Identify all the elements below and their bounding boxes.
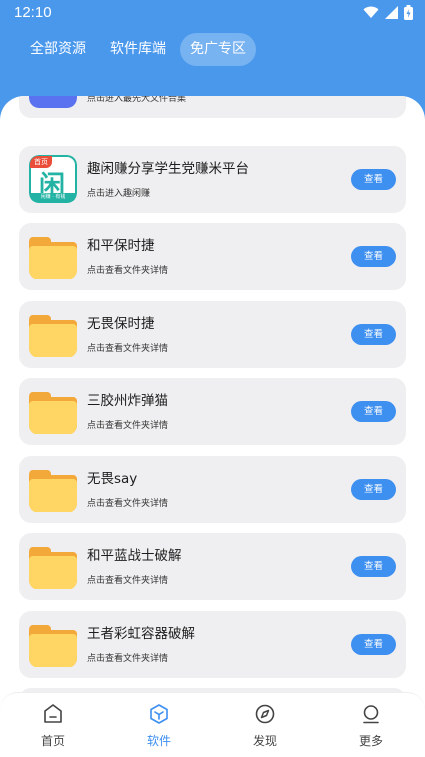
item-title: 无畏保时捷 <box>87 316 155 332</box>
view-button[interactable]: 查看 <box>351 401 396 422</box>
item-subtitle: 点击进入趣闲赚 <box>87 189 151 199</box>
nav-label: 发现 <box>252 734 277 748</box>
list-item[interactable]: 和平蓝战士破解 点击查看文件夹详情 查看 <box>19 533 406 600</box>
status-time: 12:10 <box>14 4 52 21</box>
nav-more[interactable]: 更多 <box>341 703 401 749</box>
app-xianzhuan-icon: 闲 首页 闲赚 · 有钱 <box>29 155 77 203</box>
view-button[interactable]: 查看 <box>351 324 396 345</box>
tab-ad-free[interactable]: 免广专区 <box>180 33 256 66</box>
item-subtitle: 点击进入最先大文件合集 <box>87 96 187 104</box>
content-sheet: 123 点击进入最先大文件合集 查看 闲 首页 闲赚 · 有钱 趣闲赚分享学生党… <box>0 96 425 757</box>
item-subtitle: 点击查看文件夹详情 <box>87 654 169 664</box>
list-item[interactable]: 三胶州炸弹猫 点击查看文件夹详情 查看 <box>19 378 406 445</box>
view-button[interactable]: 查看 <box>351 556 396 577</box>
wifi-icon <box>363 6 379 18</box>
app-123-icon: 123 <box>29 96 77 108</box>
item-subtitle: 点击查看文件夹详情 <box>87 576 169 586</box>
tab-all-resources[interactable]: 全部资源 <box>20 33 96 66</box>
item-title: 趣闲赚分享学生党赚米平台 <box>87 161 249 177</box>
view-button[interactable]: 查看 <box>351 169 396 190</box>
status-bar: 12:10 <box>0 0 425 26</box>
nav-discover[interactable]: 发现 <box>235 703 295 749</box>
list-item[interactable]: 无畏保时捷 点击查看文件夹详情 查看 <box>19 301 406 368</box>
item-subtitle: 点击查看文件夹详情 <box>87 266 169 276</box>
item-subtitle: 点击查看文件夹详情 <box>87 344 169 354</box>
view-button[interactable]: 查看 <box>351 246 396 267</box>
list-item[interactable]: 和平保时捷 点击查看文件夹详情 查看 <box>19 223 406 290</box>
item-subtitle: 点击查看文件夹详情 <box>87 499 169 509</box>
list-item[interactable]: 无畏say 点击查看文件夹详情 查看 <box>19 456 406 523</box>
list-item[interactable]: 王者彩虹容器破解 点击查看文件夹详情 查看 <box>19 611 406 678</box>
folder-icon <box>29 620 77 668</box>
folder-icon <box>29 542 77 590</box>
view-button[interactable]: 查看 <box>351 479 396 500</box>
nav-software[interactable]: 软件 <box>129 703 189 749</box>
signal-icon <box>385 6 398 19</box>
list-item[interactable]: 123 点击进入最先大文件合集 查看 <box>19 96 406 118</box>
nav-home[interactable]: 首页 <box>23 703 83 749</box>
status-icons <box>363 5 413 20</box>
cube-icon <box>150 704 168 724</box>
nav-label: 软件 <box>146 734 171 748</box>
compass-icon <box>255 704 275 724</box>
nav-label: 首页 <box>40 734 65 748</box>
item-title: 和平蓝战士破解 <box>87 548 182 564</box>
list-item[interactable]: 闲 首页 闲赚 · 有钱 趣闲赚分享学生党赚米平台 点击进入趣闲赚 查看 <box>19 146 406 213</box>
bottom-navigation: 首页 软件 发现 更多 <box>0 692 425 757</box>
view-button[interactable]: 查看 <box>351 634 396 655</box>
item-title: 无畏say <box>87 471 138 487</box>
folder-icon <box>29 232 77 280</box>
nav-label: 更多 <box>358 734 383 748</box>
item-title: 和平保时捷 <box>87 238 155 254</box>
folder-icon <box>29 387 77 435</box>
item-subtitle: 点击查看文件夹详情 <box>87 421 169 431</box>
item-title: 王者彩虹容器破解 <box>87 626 195 642</box>
battery-icon <box>404 5 413 20</box>
more-icon <box>363 705 379 724</box>
tab-software-library[interactable]: 软件库端 <box>100 33 176 66</box>
folder-icon <box>29 465 77 513</box>
home-icon <box>44 704 62 723</box>
folder-icon <box>29 310 77 358</box>
item-title: 三胶州炸弹猫 <box>87 393 168 409</box>
category-tabs: 全部资源 软件库端 免广专区 <box>20 33 256 66</box>
